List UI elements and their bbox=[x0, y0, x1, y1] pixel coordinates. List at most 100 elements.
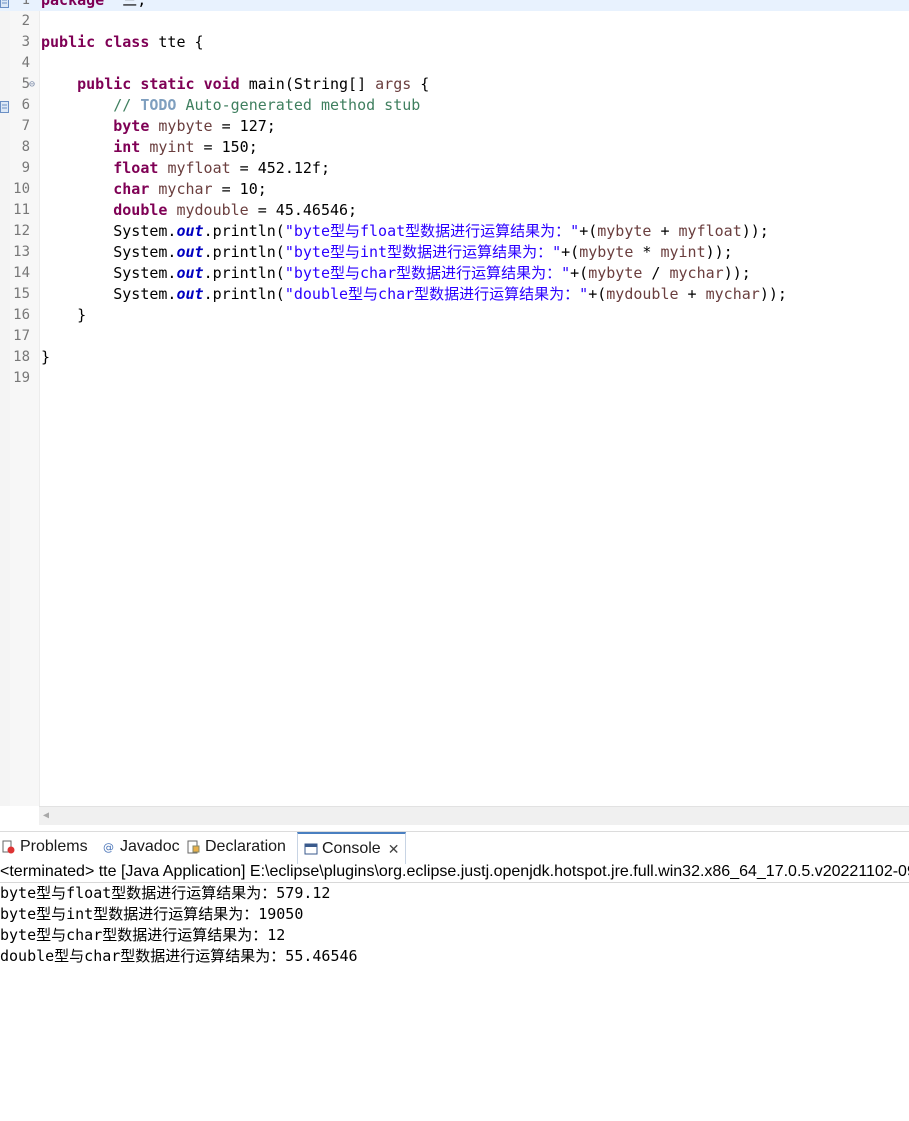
code-token: "byte型与float型数据进行运算结果为：" bbox=[284, 222, 580, 240]
code-token: myint bbox=[149, 138, 195, 156]
code-line[interactable]: 5 ⊖ public static void main(String[] args… bbox=[0, 74, 909, 95]
tab-label: Javadoc bbox=[120, 838, 180, 855]
code-line[interactable]: 19 bbox=[0, 368, 909, 389]
tab-declaration[interactable]: Declaration bbox=[187, 832, 286, 862]
code-line[interactable]: 18} bbox=[0, 347, 909, 368]
code-text: System.out.println("byte型与int型数据进行运算结果为：… bbox=[41, 242, 732, 263]
code-token: ; bbox=[137, 0, 147, 9]
console-status: <terminated> tte [Java Application] E:\e… bbox=[0, 861, 909, 883]
code-line[interactable]: 6 // TODO Auto-generated method stub bbox=[0, 95, 909, 116]
code-token: mychar bbox=[705, 285, 760, 303]
line-number: 11 bbox=[13, 202, 30, 218]
code-token: } bbox=[41, 348, 51, 366]
code-line[interactable]: 16 } bbox=[0, 305, 909, 326]
code-line[interactable]: 2 bbox=[0, 11, 909, 32]
code-token: byte bbox=[113, 117, 150, 135]
code-token: .println( bbox=[203, 264, 285, 282]
code-token: char bbox=[113, 180, 150, 198]
code-token: )); bbox=[741, 222, 769, 240]
code-token: "byte型与int型数据进行运算结果为：" bbox=[284, 243, 562, 261]
tab-problems[interactable]: Problems bbox=[2, 832, 88, 862]
code-token: = 127; bbox=[212, 117, 276, 135]
code-token: .println( bbox=[203, 243, 285, 261]
code-token: mybyte bbox=[597, 222, 652, 240]
console-output[interactable]: byte型与float型数据进行运算结果为：579.12 byte型与int型数据… bbox=[0, 883, 909, 967]
code-text: System.out.println("double型与char型数据进行运算结… bbox=[41, 284, 787, 305]
code-token: )); bbox=[723, 264, 751, 282]
code-text: } bbox=[41, 305, 86, 326]
code-token: out bbox=[176, 222, 204, 240]
console-line: byte型与int型数据进行运算结果为：19050 bbox=[0, 905, 304, 923]
code-area[interactable]: 1 package 三; 2 3 public class tte {4 5 ⊖ publi… bbox=[0, 0, 909, 389]
code-text: int myint = 150; bbox=[41, 137, 258, 158]
code-token: mybyte bbox=[158, 117, 213, 135]
code-text: System.out.println("byte型与char型数据进行运算结果为… bbox=[41, 263, 751, 284]
code-token: public bbox=[41, 33, 96, 51]
line-number: 17 bbox=[13, 328, 30, 344]
code-token: out bbox=[176, 285, 204, 303]
code-line[interactable]: 12 System.out.println("byte型与float型数据进行运… bbox=[0, 221, 909, 242]
tab-label: Declaration bbox=[205, 838, 286, 855]
line-number: 12 bbox=[13, 223, 30, 239]
code-text: byte mybyte = 127; bbox=[41, 116, 276, 137]
tab-console[interactable]: Console ✕ bbox=[297, 832, 407, 864]
line-number: 10 bbox=[13, 181, 30, 197]
code-token: mychar bbox=[669, 264, 724, 282]
code-token: double bbox=[113, 201, 168, 219]
code-token: mydouble bbox=[176, 201, 249, 219]
code-token: +( bbox=[588, 285, 607, 303]
code-line[interactable]: 1 package 三; bbox=[0, 0, 909, 11]
code-token: +( bbox=[579, 222, 598, 240]
fold-toggle-icon[interactable]: ⊖ bbox=[29, 74, 35, 95]
code-line[interactable]: 10 char mychar = 10; bbox=[0, 179, 909, 200]
code-token: System. bbox=[41, 285, 177, 303]
code-line[interactable]: 4 bbox=[0, 53, 909, 74]
code-line[interactable]: 11 double mydouble = 45.46546; bbox=[0, 200, 909, 221]
code-token: "double型与char型数据进行运算结果为：" bbox=[284, 285, 589, 303]
code-line[interactable]: 8 int myint = 150; bbox=[0, 137, 909, 158]
close-icon[interactable]: ✕ bbox=[388, 841, 400, 858]
line-number: 13 bbox=[13, 244, 30, 260]
code-line[interactable]: 9 float myfloat = 452.12f; bbox=[0, 158, 909, 179]
code-token: mybyte bbox=[579, 243, 634, 261]
code-line[interactable]: 17 bbox=[0, 326, 909, 347]
code-line[interactable]: 13 System.out.println("byte型与int型数据进行运算结… bbox=[0, 242, 909, 263]
code-token: + bbox=[651, 222, 679, 240]
problems-icon bbox=[2, 840, 16, 854]
code-line[interactable]: 3 public class tte { bbox=[0, 32, 909, 53]
code-token: args bbox=[375, 75, 412, 93]
code-token: out bbox=[176, 264, 204, 282]
code-text: public static void main(String[] args { bbox=[41, 74, 429, 95]
line-number: 8 bbox=[21, 139, 30, 155]
line-number: 19 bbox=[13, 370, 30, 386]
code-text: double mydouble = 45.46546; bbox=[41, 200, 357, 221]
code-line[interactable]: 7 byte mybyte = 127; bbox=[0, 116, 909, 137]
line-number: 3 bbox=[21, 34, 30, 50]
code-token: static bbox=[140, 75, 195, 93]
tab-javadoc[interactable]: @ Javadoc bbox=[102, 832, 180, 862]
code-line[interactable]: 15 System.out.println("double型与char型数据进行… bbox=[0, 284, 909, 305]
code-line[interactable]: 14 System.out.println("byte型与char型数据进行运算… bbox=[0, 263, 909, 284]
line-number: 6 bbox=[21, 97, 30, 113]
console-icon bbox=[304, 842, 318, 856]
code-token: myfloat bbox=[678, 222, 742, 240]
code-token: mychar bbox=[158, 180, 213, 198]
horizontal-scrollbar[interactable]: ◀ bbox=[39, 806, 909, 825]
scroll-left-icon[interactable]: ◀ bbox=[43, 810, 49, 821]
console-line: byte型与float型数据进行运算结果为：579.12 bbox=[0, 884, 331, 902]
tab-label: Console bbox=[322, 840, 381, 857]
code-token: void bbox=[203, 75, 240, 93]
line-number: 7 bbox=[21, 118, 30, 134]
code-token: * bbox=[633, 243, 661, 261]
line-number: 2 bbox=[21, 13, 30, 29]
code-editor[interactable]: 1 package 三; 2 3 public class tte {4 5 ⊖ publi… bbox=[0, 0, 909, 806]
declaration-icon bbox=[187, 840, 201, 854]
code-text: System.out.println("byte型与float型数据进行运算结果… bbox=[41, 221, 769, 242]
